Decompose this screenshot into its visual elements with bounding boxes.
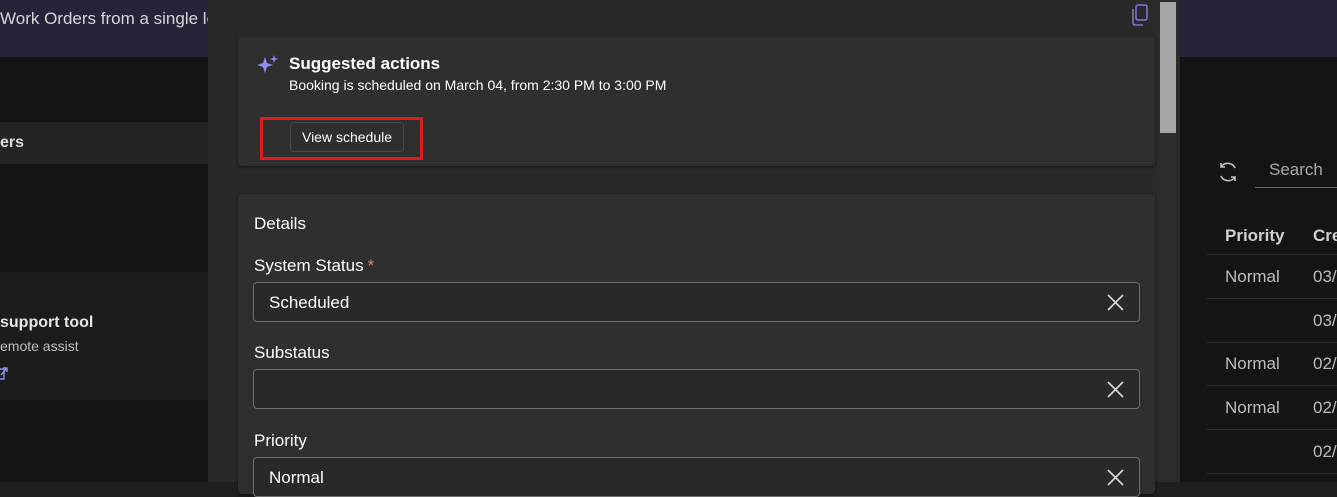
column-header-priority[interactable]: Priority: [1225, 226, 1285, 246]
view-schedule-button[interactable]: View schedule: [290, 122, 404, 152]
suggested-actions-title: Suggested actions: [289, 54, 441, 73]
system-status-label-text: System Status: [254, 256, 364, 275]
support-tool-card[interactable]: support tool emote assist: [0, 272, 215, 400]
search-input[interactable]: [1255, 153, 1337, 187]
priority-field[interactable]: Normal: [253, 457, 1140, 497]
substatus-field[interactable]: [253, 369, 1140, 409]
table-row[interactable]: 03/: [1207, 299, 1337, 343]
priority-label: Priority: [254, 431, 307, 450]
table-row[interactable]: Normal 02/: [1207, 386, 1337, 430]
table-header: Priority Cre: [1207, 216, 1337, 255]
dialog-scrollbar-thumb[interactable]: [1160, 2, 1176, 133]
cell-created: 02/: [1313, 442, 1337, 461]
cell-created: 03/: [1313, 311, 1337, 330]
details-card: [238, 194, 1155, 494]
support-tool-title: support tool: [0, 314, 94, 331]
cell-created: 02/: [1313, 354, 1337, 373]
substatus-label: Substatus: [254, 343, 330, 362]
table-row[interactable]: Normal 03/: [1207, 255, 1337, 299]
left-section-header: ers: [0, 122, 215, 164]
cell-priority: Normal: [1225, 398, 1280, 417]
support-tool-subtitle: emote assist: [0, 338, 79, 354]
column-header-created[interactable]: Cre: [1313, 226, 1337, 246]
clear-icon[interactable]: [1107, 381, 1124, 398]
external-link-icon[interactable]: [0, 366, 8, 383]
details-section-title: Details: [254, 214, 306, 233]
required-marker: *: [367, 256, 375, 275]
cell-priority: Normal: [1225, 267, 1280, 286]
table-row[interactable]: Normal 02/: [1207, 342, 1337, 386]
search-box[interactable]: [1255, 153, 1337, 188]
clear-icon[interactable]: [1107, 294, 1124, 311]
cell-priority: Normal: [1225, 354, 1280, 373]
priority-value: Normal: [269, 468, 324, 487]
system-status-field[interactable]: Scheduled: [253, 282, 1140, 322]
left-section-header-label: ers: [0, 134, 25, 151]
sparkle-icon: [256, 53, 280, 77]
suggested-actions-description: Booking is scheduled on March 04, from 2…: [289, 77, 667, 93]
cell-created: 02/: [1313, 398, 1337, 417]
clear-icon[interactable]: [1107, 469, 1124, 486]
system-status-value: Scheduled: [269, 293, 350, 312]
refresh-icon[interactable]: [1216, 160, 1240, 184]
copy-icon[interactable]: [1131, 4, 1149, 26]
app-header-title: Work Orders from a single lo: [0, 9, 217, 28]
cell-created: 03/: [1313, 267, 1337, 286]
system-status-label: System Status *: [254, 256, 374, 276]
table-row[interactable]: 02/: [1207, 430, 1337, 474]
